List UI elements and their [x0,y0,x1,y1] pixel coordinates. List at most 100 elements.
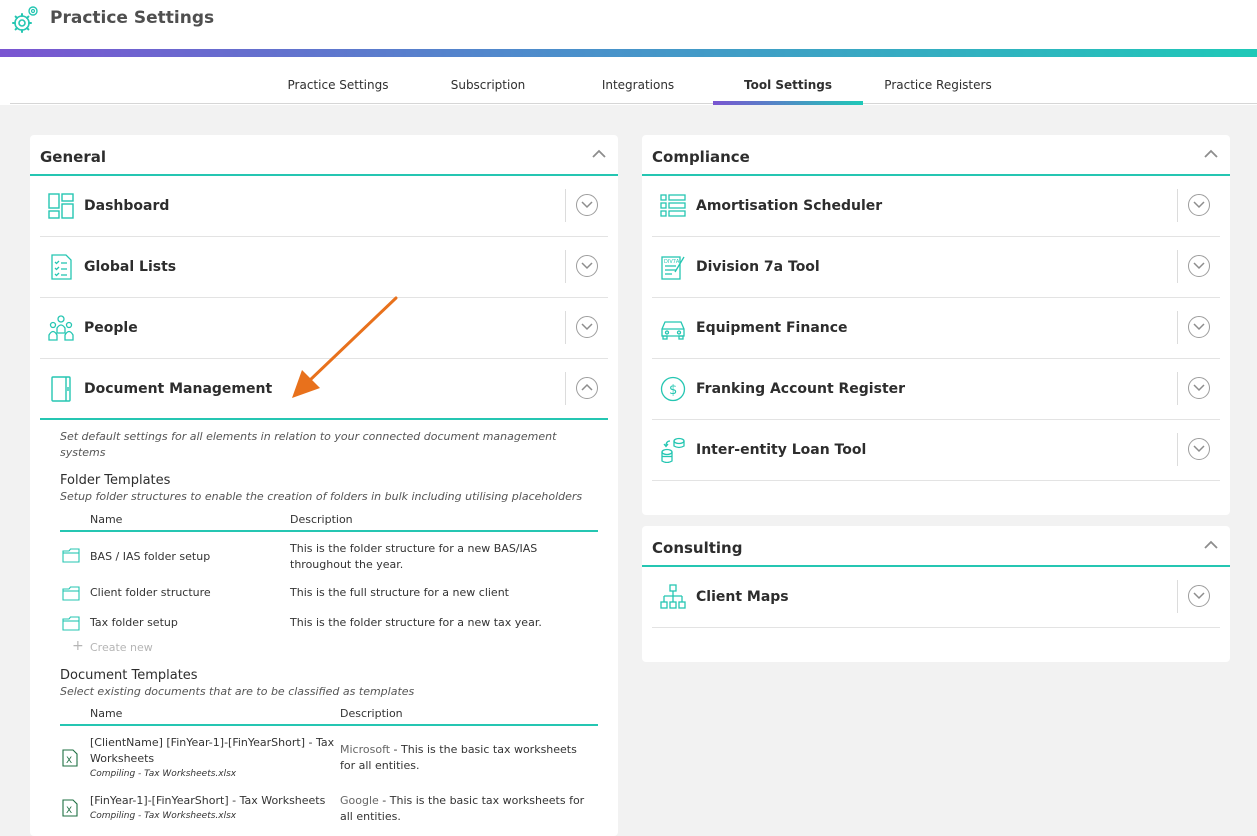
excel-file-icon: X [62,799,78,817]
chevron-down-icon [1193,445,1205,453]
table-row[interactable]: X [ClientName] [FinYear-1]-[FinYearShort… [60,735,598,785]
compliance-item-inter-entity-loan-tool[interactable]: Inter-entity Loan Tool [652,420,1220,481]
document-description: Microsoft - This is the basic tax worksh… [340,742,585,774]
expand-button[interactable] [1188,438,1210,460]
top-bar: Practice Settings [0,0,1257,49]
row-divider [1177,433,1178,466]
header-gradient-bar [0,49,1257,57]
table-row[interactable]: X [FinYear-1]-[FinYearShort] - Tax Works… [60,793,598,833]
settings-gear-icon [12,6,38,33]
row-divider [1177,250,1178,283]
row-divider [1177,189,1178,222]
general-panel-title: General [40,148,106,166]
tab-practice-settings[interactable]: Practice Settings [263,78,413,92]
document-templates-title: Document Templates [60,668,198,683]
compliance-panel: Compliance Amortisation Scheduler DIV7A … [642,135,1230,515]
document-icon [51,376,71,402]
table-row[interactable]: Client folder structure This is the full… [60,581,598,605]
document-management-description: Set default settings for all elements in… [60,430,557,459]
general-item-global-lists[interactable]: Global Lists [40,237,608,298]
compliance-item-label: Franking Account Register [696,381,906,397]
chevron-down-icon [1193,384,1205,392]
table-row[interactable]: BAS / IAS folder setup This is the folde… [60,539,598,575]
compliance-item-label: Inter-entity Loan Tool [696,442,867,458]
collapse-button[interactable] [576,377,598,399]
svg-text:X: X [66,806,72,816]
svg-text:$: $ [669,383,677,398]
document-path: Compiling - Tax Worksheets.xlsx [90,769,237,779]
org-chart-icon [660,584,686,609]
expand-button[interactable] [1188,194,1210,216]
excel-file-icon: X [62,749,78,767]
tab-divider [10,103,1257,104]
compliance-item-franking-account-register[interactable]: $ Franking Account Register [652,359,1220,420]
compliance-panel-title: Compliance [652,148,750,166]
active-tab-indicator [713,101,863,105]
expand-button[interactable] [1188,585,1210,607]
column-header-name: Name [90,513,123,526]
general-item-dashboard[interactable]: Dashboard [40,176,608,237]
coins-transfer-icon [661,437,685,463]
folder-description: This is the folder structure for a new B… [290,542,538,571]
svg-text:DIV7A: DIV7A [664,259,680,265]
table-header-divider [60,724,598,726]
general-item-label: Dashboard [84,198,170,214]
general-panel-header: General [30,135,618,176]
chevron-down-icon [1193,201,1205,209]
compliance-item-equipment-finance[interactable]: Equipment Finance [652,298,1220,359]
chevron-down-icon [1193,592,1205,600]
chevron-up-icon [581,383,593,391]
tab-tool-settings[interactable]: Tool Settings [713,78,863,92]
folder-icon [62,548,80,563]
compliance-item-division-7a-tool[interactable]: DIV7A Division 7a Tool [652,237,1220,298]
expand-button[interactable] [1188,255,1210,277]
row-divider [1177,372,1178,405]
checklist-icon [51,254,72,280]
page-title: Practice Settings [50,8,215,28]
compliance-panel-header: Compliance [642,135,1230,176]
folder-icon [62,586,80,601]
annotation-arrow-icon [292,296,398,398]
compliance-item-amortisation-scheduler[interactable]: Amortisation Scheduler [652,176,1220,237]
consulting-panel: Consulting Client Maps [642,526,1230,662]
document-templates-subtitle: Select existing documents that are to be… [60,685,415,698]
car-icon [661,321,685,340]
chevron-down-icon [1193,262,1205,270]
expand-button[interactable] [1188,377,1210,399]
folder-icon [62,616,80,631]
document-description: Google - This is the basic tax worksheet… [340,793,585,825]
tab-practice-registers[interactable]: Practice Registers [863,78,1013,92]
svg-text:X: X [66,756,72,766]
chevron-up-icon[interactable] [592,148,606,158]
dashboard-icon [48,193,74,219]
tab-subscription[interactable]: Subscription [413,78,563,92]
compliance-item-label: Amortisation Scheduler [696,198,883,214]
table-row[interactable]: Tax folder setup This is the folder stru… [60,611,598,635]
consulting-item-client-maps[interactable]: Client Maps [652,567,1220,628]
row-divider [565,372,566,405]
document-provider: Google [340,794,379,807]
chevron-up-icon[interactable] [1204,148,1218,158]
row-divider [565,250,566,283]
general-item-label: Global Lists [84,259,177,275]
expand-button[interactable] [576,255,598,277]
expand-button[interactable] [576,316,598,338]
expand-button[interactable] [1188,316,1210,338]
chevron-down-icon [1193,323,1205,331]
row-divider [565,189,566,222]
column-header-description: Description [340,707,403,720]
div7a-form-icon: DIV7A [661,256,685,280]
tab-integrations[interactable]: Integrations [563,78,713,92]
folder-name: Client folder structure [90,586,211,599]
document-name: [FinYear-1]-[FinYearShort] - Tax Workshe… [90,794,326,807]
row-divider [1177,580,1178,613]
column-header-name: Name [90,707,123,720]
plus-icon: + [72,638,84,654]
document-provider: Microsoft [340,743,391,756]
consulting-panel-title: Consulting [652,539,743,557]
expand-button[interactable] [576,194,598,216]
chevron-up-icon[interactable] [1204,539,1218,549]
consulting-item-label: Client Maps [696,589,789,605]
create-new-label: Create new [90,641,153,654]
compliance-item-label: Equipment Finance [696,320,848,336]
